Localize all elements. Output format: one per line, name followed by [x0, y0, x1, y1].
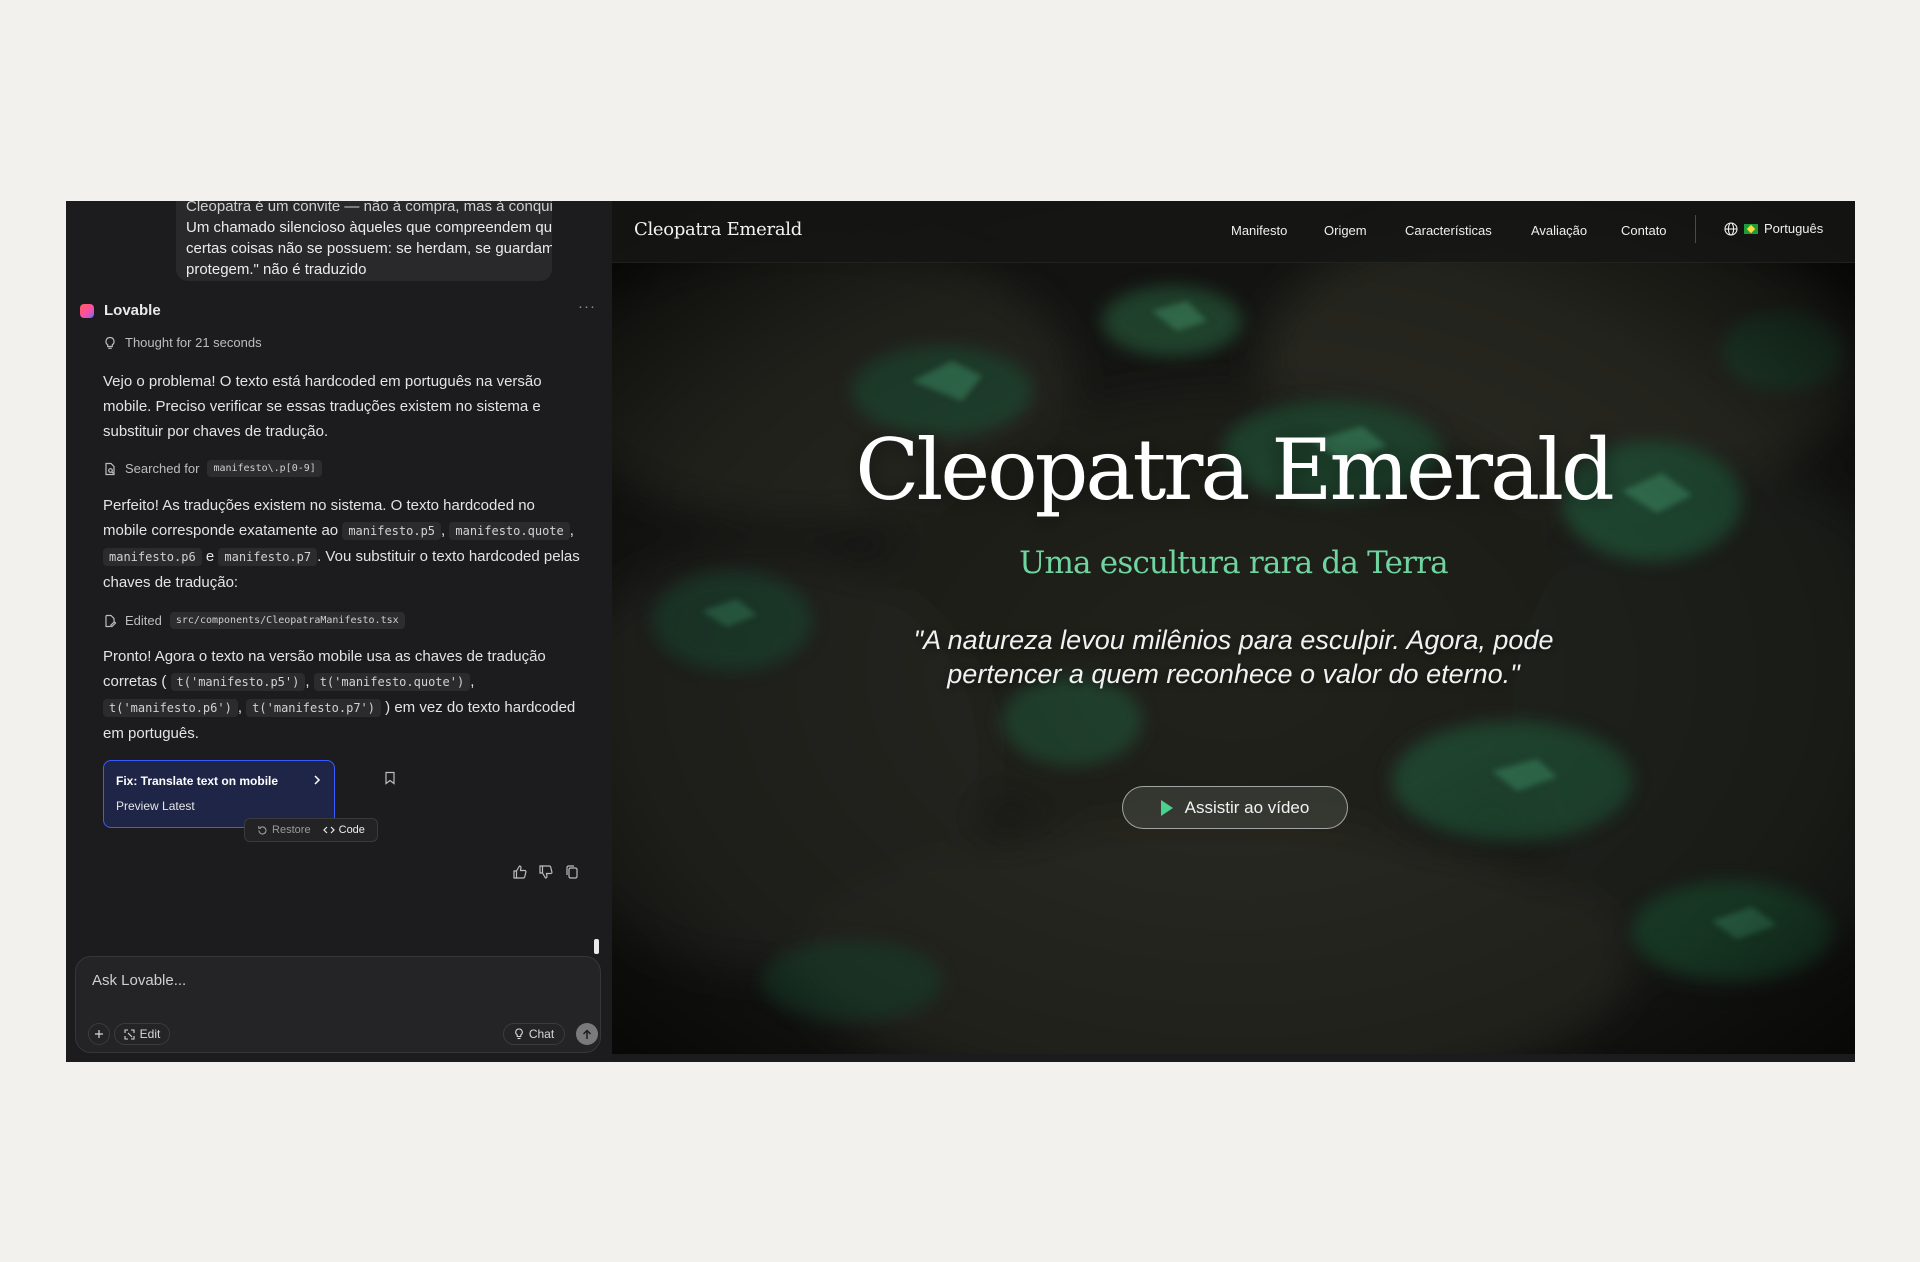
hero-subtitle: Uma escultura rara da Terra: [1019, 545, 1449, 581]
message-text: ,: [470, 673, 475, 690]
chat-panel: Cleopatra é um convite — não à compra, m…: [66, 201, 612, 1062]
inline-code: manifesto.quote: [449, 522, 570, 540]
copy-icon[interactable]: [564, 864, 580, 880]
brazil-flag-icon: [1744, 223, 1758, 234]
inline-code: manifesto.p7: [218, 548, 318, 566]
code-button[interactable]: Code: [322, 824, 365, 836]
nav-link-contato[interactable]: Contato: [1621, 223, 1667, 238]
version-actions: Restore Code: [244, 818, 378, 842]
search-action[interactable]: Searched for manifesto\.p[0-9]: [103, 460, 322, 477]
arrow-up-icon: [582, 1028, 592, 1039]
assistant-message: Perfeito! As traduções existem no sistem…: [103, 493, 583, 595]
search-query-chip: manifesto\.p[0-9]: [207, 460, 322, 477]
site-navbar: Cleopatra Emerald Manifesto Origem Carac…: [612, 201, 1855, 263]
inline-code: manifesto.p5: [342, 522, 442, 540]
nav-divider: [1695, 215, 1696, 243]
lovable-logo-icon: [80, 304, 94, 318]
edited-file-chip: src/components/CleopatraManifesto.tsx: [169, 612, 405, 629]
assistant-header: Lovable ···: [80, 298, 596, 322]
inline-code: t('manifesto.quote'): [313, 673, 471, 691]
edited-label: Edited: [125, 613, 162, 628]
assistant-name: Lovable: [104, 302, 161, 319]
composer: Edit Chat: [75, 956, 601, 1053]
inline-code: t('manifesto.p5'): [170, 673, 306, 691]
edit-label: Edit: [139, 1027, 161, 1041]
chat-scrollbar[interactable]: [594, 939, 599, 954]
inline-code: t('manifesto.p7'): [246, 699, 381, 717]
watch-video-label: Assistir ao vídeo: [1184, 797, 1310, 817]
edit-mode-button[interactable]: Edit: [114, 1023, 170, 1045]
user-message: Cleopatra é um convite — não à compra, m…: [176, 201, 552, 281]
plus-icon: [95, 1030, 103, 1038]
code-icon: [322, 826, 335, 834]
searched-label: Searched for: [125, 461, 200, 476]
attach-button[interactable]: [88, 1023, 110, 1045]
language-label: Português: [1764, 221, 1824, 236]
nav-link-caracteristicas[interactable]: Características: [1405, 223, 1492, 238]
thumbs-up-icon[interactable]: [512, 864, 528, 880]
lightbulb-icon: [105, 336, 115, 349]
bookmark-icon[interactable]: [384, 771, 396, 785]
assistant-message: Vejo o problema! O texto está hardcoded …: [103, 373, 542, 440]
chevron-right-icon[interactable]: [312, 773, 322, 787]
lightbulb-icon: [515, 1028, 523, 1040]
message-text: ,: [305, 673, 310, 690]
thought-label: Thought for 21 seconds: [125, 335, 262, 350]
restore-icon: [258, 825, 267, 834]
app-window: Cleopatra é um convite — não à compra, m…: [66, 201, 1855, 1062]
site-brand[interactable]: Cleopatra Emerald: [634, 219, 802, 240]
code-label: Code: [338, 824, 365, 836]
preview-latest-link[interactable]: Preview Latest: [116, 799, 195, 813]
inline-code: manifesto.p6: [103, 548, 202, 566]
nav-link-avaliacao[interactable]: Avaliação: [1531, 223, 1587, 238]
globe-icon: [1724, 221, 1738, 236]
chat-label: Chat: [528, 1027, 555, 1041]
select-edit-icon: [124, 1028, 135, 1040]
user-message-line: certas coisas não se possuem: se herdam,…: [186, 240, 552, 257]
file-edit-icon: [105, 614, 117, 627]
hero-quote: "A natureza levou milênios para esculpir…: [913, 625, 1554, 689]
language-selector[interactable]: Português: [1724, 221, 1823, 236]
inline-code: t('manifesto.p6'): [103, 699, 238, 717]
message-text: ,: [569, 522, 574, 539]
hero-title: Cleopatra Emerald: [855, 421, 1615, 519]
edit-action[interactable]: Edited src/components/CleopatraManifesto…: [103, 612, 405, 629]
watch-video-button[interactable]: Assistir ao vídeo: [1122, 786, 1348, 829]
version-card-title: Fix: Translate text on mobile: [116, 774, 279, 788]
message-text: e: [205, 548, 215, 565]
thought-indicator[interactable]: Thought for 21 seconds: [103, 335, 262, 350]
nav-link-origem[interactable]: Origem: [1324, 223, 1367, 238]
message-text: ,: [441, 522, 446, 539]
message-text: ,: [237, 699, 242, 716]
thumbs-down-icon[interactable]: [538, 864, 554, 880]
chat-mode-button[interactable]: Chat: [503, 1023, 565, 1045]
nav-link-manifesto[interactable]: Manifesto: [1231, 223, 1287, 238]
user-message-line: protegem." não é traduzido: [186, 261, 367, 278]
user-message-line: Um chamado silencioso àqueles que compre…: [186, 219, 552, 236]
play-icon: [1160, 799, 1173, 816]
site-preview: Cleopatra Emerald Manifesto Origem Carac…: [612, 201, 1855, 1054]
assistant-message: Pronto! Agora o texto na versão mobile u…: [103, 644, 583, 746]
restore-button[interactable]: Restore: [257, 824, 311, 836]
file-search-icon: [105, 462, 115, 475]
send-button[interactable]: [576, 1023, 598, 1045]
user-message-line: Cleopatra é um convite — não à compra, m…: [186, 201, 552, 215]
restore-label: Restore: [272, 824, 311, 836]
more-options-icon[interactable]: ···: [578, 298, 596, 315]
chat-input[interactable]: [90, 971, 574, 990]
